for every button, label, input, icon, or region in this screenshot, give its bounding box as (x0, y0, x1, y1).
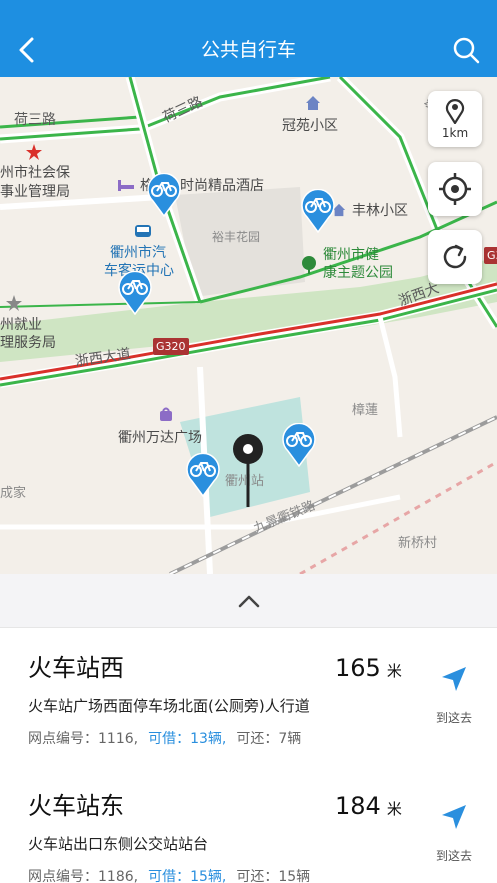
road-label-he-san-left: 荷三路 (14, 112, 56, 128)
highway-badge-g320-right: G3 (484, 247, 497, 264)
locate-crosshair-icon (439, 173, 471, 205)
poi-social-security-line2: 事业管理局 (0, 184, 70, 200)
station-name: 火车站西 (28, 654, 124, 682)
refresh-button[interactable] (428, 230, 482, 284)
locate-button[interactable] (428, 162, 482, 216)
station-list-item[interactable]: 火车站西 165 米 火车站广场西面停车场北面(公厕旁)人行道 网点编号：1116… (0, 629, 497, 771)
navigate-button[interactable]: 到这去 (424, 803, 484, 873)
scale-control[interactable]: 1km (428, 91, 482, 147)
station-distance: 184 米 (335, 792, 402, 820)
poi-health-park-line2: 康主题公园 (323, 265, 393, 281)
navigate-label: 到这去 (435, 849, 472, 863)
app-header: 公共自行车 (0, 0, 497, 77)
search-icon[interactable] (452, 36, 480, 64)
poi-fenglin: 丰林小区 (352, 203, 408, 219)
bicycle-pin-icon[interactable] (185, 453, 221, 497)
station-code: 网点编号：1116, (28, 731, 139, 747)
poi-health-park-line1: 衢州市健 (323, 247, 379, 263)
bicycle-pin-icon[interactable] (117, 271, 153, 315)
station-distance: 165 米 (335, 654, 402, 682)
red-star-icon (26, 144, 42, 160)
station-name: 火车站东 (28, 792, 124, 820)
station-address: 火车站广场西面停车场北面(公厕旁)人行道 (28, 697, 310, 715)
highway-badge-g320: G320 (153, 338, 189, 355)
page-title: 公共自行车 (200, 39, 296, 61)
poi-guanyuan: 冠苑小区 (282, 118, 338, 134)
poi-social-security-line1: 州市社会保 (0, 165, 70, 181)
hotel-bed-icon (118, 180, 134, 191)
station-address: 火车站出口东侧公交站站台 (28, 835, 209, 853)
scale-label: 1km (441, 126, 469, 140)
residence-icon (306, 96, 320, 110)
station-available: 可借：15辆, (148, 869, 227, 883)
panel-toggle-bar[interactable] (0, 574, 497, 628)
grey-star-icon (6, 295, 22, 311)
bicycle-pin-icon[interactable] (281, 423, 317, 467)
bicycle-pin-icon[interactable] (146, 173, 182, 217)
navigate-button[interactable]: 到这去 (424, 665, 484, 735)
station-meta: 网点编号：1186, 可借：15辆, 可还：15辆 (28, 867, 310, 883)
chevron-up-icon (238, 595, 260, 608)
map-pin-icon (445, 99, 465, 124)
navigate-label: 到这去 (435, 711, 472, 725)
station-returnable: 可还：15辆 (236, 869, 311, 883)
poi-employment-line2: 理服务局 (0, 335, 56, 351)
navigate-arrow-icon (442, 805, 466, 829)
poi-employment-line1: 州就业 (0, 317, 42, 333)
park-tree-icon (302, 256, 316, 274)
poi-chengjia: 成家 (0, 486, 27, 501)
refresh-icon (443, 244, 467, 269)
poi-bus-station-line1: 衢州市汽 (110, 245, 166, 261)
shopping-bag-icon (160, 407, 172, 421)
poi-xinqiao: 新桥村 (398, 536, 438, 551)
poi-yufeng-garden: 裕丰花园 (212, 230, 261, 244)
current-location-pin-icon (233, 434, 263, 507)
poi-wanda: 衢州万达广场 (118, 430, 202, 446)
station-returnable: 可还：7辆 (236, 731, 302, 747)
navigate-arrow-icon (442, 667, 466, 691)
poi-hotel: 时尚精品酒店 (180, 178, 264, 194)
bicycle-pin-icon[interactable] (300, 189, 336, 233)
station-meta: 网点编号：1116, 可借：13辆, 可还：7辆 (28, 729, 301, 749)
station-available: 可借：13辆, (148, 731, 227, 747)
station-code: 网点编号：1186, (28, 869, 139, 883)
poi-zhangjian: 樟蓮 (352, 403, 379, 418)
map-view[interactable]: 荷三路 荷三路 冠苑小区 州市社会保 事业管理局 格 时尚精品酒店 裕丰花园 丰… (0, 77, 497, 574)
station-list-item[interactable]: 火车站东 184 米 火车站出口东侧公交站站台 网点编号：1186, 可借：15辆,… (0, 767, 497, 883)
bus-icon (135, 225, 151, 237)
